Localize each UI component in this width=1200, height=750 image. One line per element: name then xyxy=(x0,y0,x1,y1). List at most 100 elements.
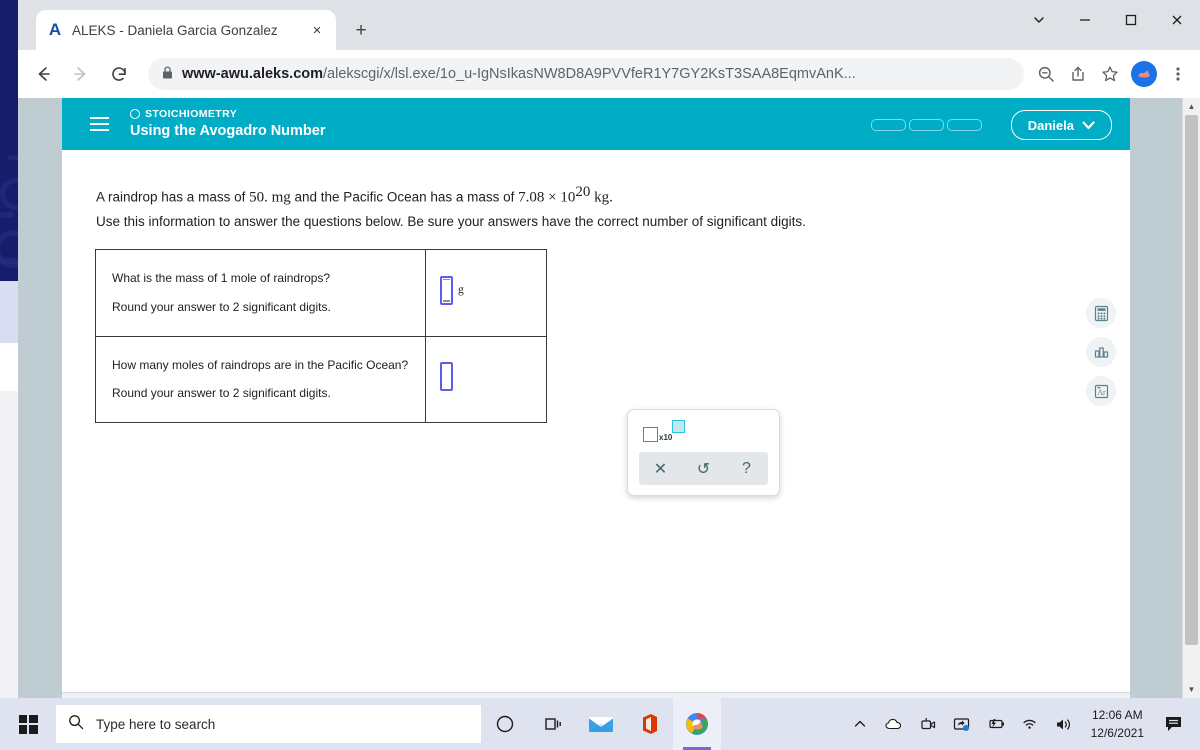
question-cell: What is the mass of 1 mole of raindrops?… xyxy=(95,249,426,337)
answer-unit-1: g xyxy=(457,284,464,297)
answer-cell[interactable] xyxy=(424,335,548,424)
address-bar-text: www-awu.aleks.com/alekscgi/x/lsl.exe/1o_… xyxy=(182,66,856,82)
progress-segment xyxy=(947,119,982,131)
task-view-button[interactable] xyxy=(529,698,577,750)
user-menu-button[interactable]: Daniela xyxy=(1010,110,1112,140)
table-row: How many moles of raindrops are in the P… xyxy=(95,335,548,424)
taskbar-search-box[interactable]: Type here to search xyxy=(56,705,481,743)
bar-chart-icon[interactable] xyxy=(1086,337,1116,367)
zoom-out-icon[interactable] xyxy=(1030,58,1062,90)
scroll-up-arrow[interactable]: ▲ xyxy=(1183,98,1200,115)
wifi-icon[interactable] xyxy=(1013,698,1047,750)
help-button[interactable]: ? xyxy=(725,460,768,478)
chrome-app-button[interactable] xyxy=(673,698,721,750)
chrome-icon xyxy=(686,713,708,735)
undo-button[interactable]: ↺ xyxy=(682,459,725,479)
problem-statement: A raindrop has a mass of 50. mg and the … xyxy=(96,184,996,207)
url-host: www-awu.aleks.com xyxy=(182,66,324,82)
page-title: Using the Avogadro Number xyxy=(130,123,326,139)
bookmark-star-icon[interactable] xyxy=(1094,58,1126,90)
question-text: How many moles of raindrops are in the P… xyxy=(112,357,409,372)
mail-app-button[interactable] xyxy=(577,698,625,750)
answer-input-1[interactable] xyxy=(439,275,453,305)
statement-text-2: and the Pacific Ocean has a mass of xyxy=(290,189,519,205)
answer-cell[interactable]: g xyxy=(424,249,548,337)
periodic-table-icon[interactable]: Ar xyxy=(1086,376,1116,406)
start-button[interactable] xyxy=(0,698,56,750)
scientific-notation-button[interactable]: x10 xyxy=(643,420,686,442)
tab-search-icon[interactable] xyxy=(1016,0,1062,40)
answer-input-group[interactable] xyxy=(439,362,458,392)
maximize-icon[interactable] xyxy=(1108,0,1154,40)
volume-icon[interactable] xyxy=(1047,698,1081,750)
windows-taskbar: Type here to search 12:06 AM 12/6/2021 xyxy=(0,698,1200,750)
screen-share-icon[interactable] xyxy=(945,698,979,750)
clear-button[interactable]: ✕ xyxy=(639,459,682,479)
new-tab-button[interactable]: + xyxy=(348,18,374,44)
chevron-up-icon[interactable] xyxy=(843,698,877,750)
chevron-down-icon xyxy=(1082,120,1095,129)
profile-avatar[interactable] xyxy=(1131,61,1157,87)
forward-icon[interactable] xyxy=(64,57,98,91)
close-tab-icon[interactable]: × xyxy=(306,19,328,41)
ocean-mass-unit: kg xyxy=(590,189,610,206)
system-tray: 12:06 AM 12/6/2021 xyxy=(843,698,1200,750)
times-symbol: × xyxy=(544,189,561,206)
back-icon[interactable] xyxy=(26,57,60,91)
questions-table: What is the mass of 1 mole of raindrops?… xyxy=(95,249,548,424)
raindrop-mass-unit: mg xyxy=(267,189,291,206)
office-icon xyxy=(643,714,657,734)
progress-segment xyxy=(909,119,944,131)
clock-time: 12:06 AM xyxy=(1091,708,1143,722)
aleks-favicon: A xyxy=(48,20,62,39)
chrome-browser-window: A ALEKS - Daniela Garcia Gonzalez × + ww… xyxy=(18,0,1200,698)
statement-text: A raindrop has a mass of xyxy=(96,189,250,205)
topic-kicker: STOICHIOMETRY xyxy=(130,108,326,120)
taskbar-clock[interactable]: 12:06 AM 12/6/2021 xyxy=(1081,706,1154,742)
question-content: A raindrop has a mass of 50. mg and the … xyxy=(62,150,1130,698)
tool-rail: Ar xyxy=(1086,298,1116,406)
header-text-group: STOICHIOMETRY Using the Avogadro Number xyxy=(130,108,326,139)
address-bar[interactable]: www-awu.aleks.com/alekscgi/x/lsl.exe/1o_… xyxy=(148,58,1024,90)
rounding-text: Round your answer to 2 significant digit… xyxy=(112,386,331,401)
scrollbar-thumb[interactable] xyxy=(1185,115,1198,645)
power-base: 10 xyxy=(560,189,576,206)
popup-button-bar: ✕ ↺ ? xyxy=(639,452,768,485)
action-center-icon[interactable] xyxy=(1154,698,1194,750)
onedrive-icon[interactable] xyxy=(877,698,911,750)
office-app-button[interactable] xyxy=(625,698,673,750)
power-exponent: 20 xyxy=(575,184,591,200)
answer-input-2[interactable] xyxy=(439,362,453,392)
browser-tab-aleks[interactable]: A ALEKS - Daniela Garcia Gonzalez × xyxy=(36,10,336,50)
math-input-popup: x10 ✕ ↺ ? xyxy=(627,409,780,496)
camera-icon[interactable] xyxy=(911,698,945,750)
ocean-mass-value: 7.08 xyxy=(518,189,545,206)
close-window-icon[interactable] xyxy=(1154,0,1200,40)
topic-name: STOICHIOMETRY xyxy=(145,108,238,120)
browser-tab-title: ALEKS - Daniela Garcia Gonzalez xyxy=(72,22,278,38)
windows-logo-icon xyxy=(18,714,38,734)
lock-icon xyxy=(162,66,173,82)
browser-toolbar: www-awu.aleks.com/alekscgi/x/lsl.exe/1o_… xyxy=(18,50,1200,98)
mantissa-placeholder-icon xyxy=(643,427,658,442)
page-scrollbar[interactable]: ▲ ▼ xyxy=(1182,98,1200,698)
aleks-page: STOICHIOMETRY Using the Avogadro Number … xyxy=(62,98,1130,698)
aleks-app-header: STOICHIOMETRY Using the Avogadro Number … xyxy=(62,98,1130,150)
hamburger-menu-icon[interactable] xyxy=(85,110,113,138)
chrome-menu-icon[interactable] xyxy=(1162,58,1194,90)
battery-icon[interactable] xyxy=(979,698,1013,750)
share-icon[interactable] xyxy=(1062,58,1094,90)
answer-input-group[interactable]: g xyxy=(439,275,464,305)
search-placeholder: Type here to search xyxy=(96,716,216,732)
exponent-placeholder-icon xyxy=(672,420,686,433)
cortana-button[interactable] xyxy=(481,698,529,750)
calculator-icon[interactable] xyxy=(1086,298,1116,328)
table-row: What is the mass of 1 mole of raindrops?… xyxy=(95,249,548,337)
minimize-icon[interactable] xyxy=(1062,0,1108,40)
clock-date: 12/6/2021 xyxy=(1090,726,1144,740)
tab-strip: A ALEKS - Daniela Garcia Gonzalez × + xyxy=(18,0,1200,50)
reload-icon[interactable] xyxy=(102,57,136,91)
url-path: /alekscgi/x/lsl.exe/1o_u-IgNsIkasNW8D8A9… xyxy=(323,66,856,82)
problem-instruction: Use this information to answer the quest… xyxy=(96,214,806,229)
scroll-down-arrow[interactable]: ▼ xyxy=(1183,681,1200,698)
